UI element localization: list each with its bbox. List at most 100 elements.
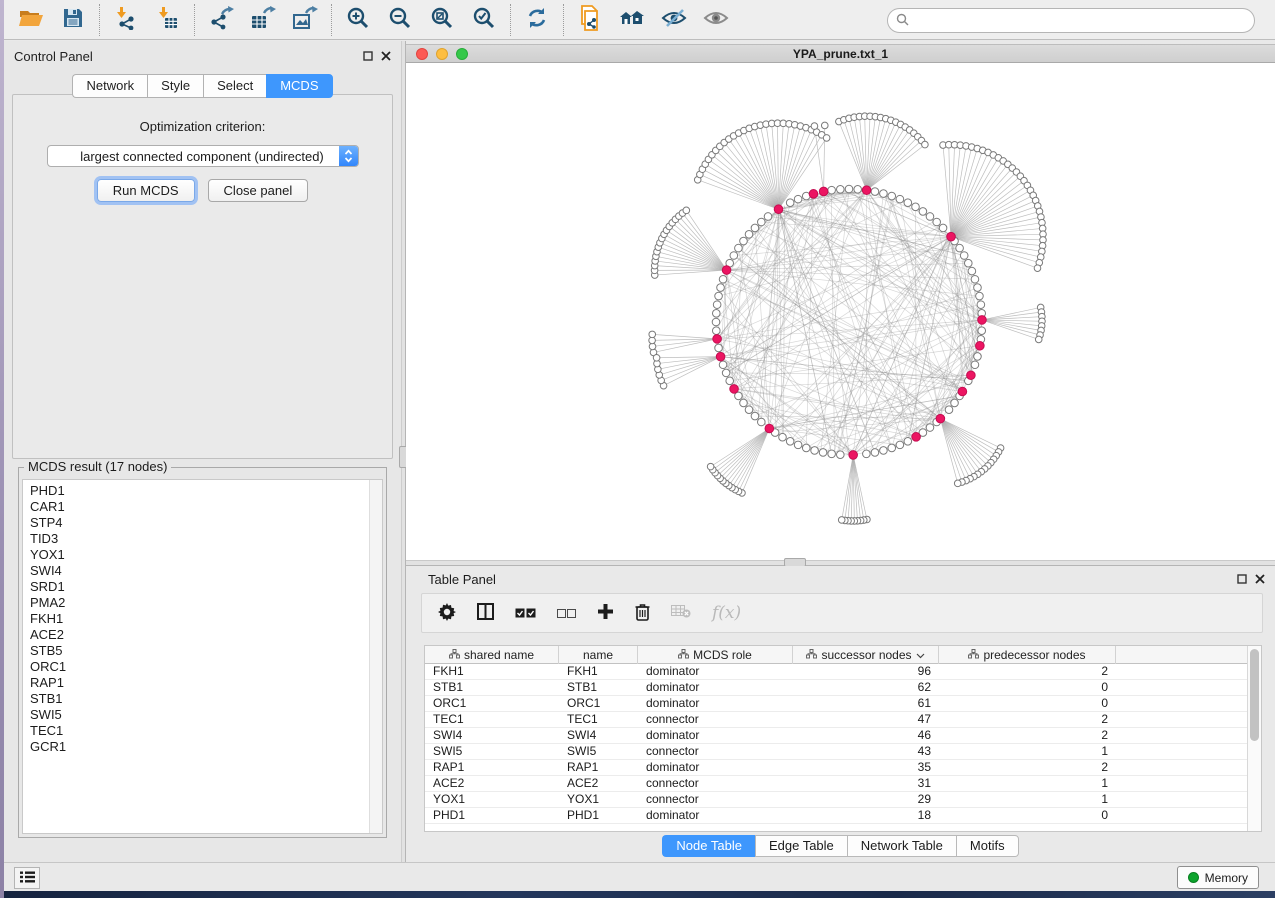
ring-node[interactable] [713, 301, 721, 309]
mcds-hub-node[interactable] [958, 387, 967, 396]
show-panels-button[interactable] [14, 867, 40, 889]
ring-node[interactable] [863, 450, 871, 458]
ring-node[interactable] [764, 213, 772, 221]
show-columns-button[interactable] [477, 603, 494, 623]
mcds-hub-node[interactable] [936, 414, 945, 423]
ring-node[interactable] [715, 292, 723, 300]
mcds-result-item[interactable]: STP4 [30, 515, 369, 531]
ring-node[interactable] [779, 433, 787, 441]
ring-node[interactable] [854, 185, 862, 193]
function-builder-button[interactable]: f(x) [712, 603, 741, 623]
ring-node[interactable] [976, 292, 984, 300]
ring-node[interactable] [751, 412, 759, 420]
close-panel-button[interactable]: Close panel [208, 179, 309, 202]
mcds-result-item[interactable]: ORC1 [30, 659, 369, 675]
zoom-out-button[interactable] [379, 1, 421, 39]
mcds-result-item[interactable]: STB1 [30, 691, 369, 707]
satellite-node[interactable] [821, 122, 828, 129]
mcds-hub-node[interactable] [976, 341, 985, 350]
ring-node[interactable] [794, 441, 802, 449]
network-window-titlebar[interactable]: YPA_prune.txt_1 [406, 44, 1275, 63]
satellite-node[interactable] [922, 141, 929, 148]
close-window-light[interactable] [416, 48, 428, 60]
ring-node[interactable] [951, 399, 959, 407]
ring-node[interactable] [828, 186, 836, 194]
ring-node[interactable] [919, 208, 927, 216]
delete-column-button[interactable] [635, 603, 650, 624]
table-row[interactable]: ORC1ORC1dominator610 [425, 696, 1247, 712]
ring-node[interactable] [960, 252, 968, 260]
ring-node[interactable] [904, 437, 912, 445]
mcds-result-item[interactable]: SWI5 [30, 707, 369, 723]
ring-node[interactable] [880, 447, 888, 455]
table-row[interactable]: SWI5SWI5connector431 [425, 744, 1247, 760]
select-all-button[interactable] [515, 606, 536, 621]
close-panel-icon[interactable] [381, 49, 391, 64]
ring-node[interactable] [926, 424, 934, 432]
mcds-hub-node[interactable] [967, 371, 976, 380]
satellite-node[interactable] [1035, 336, 1042, 343]
ring-node[interactable] [926, 213, 934, 221]
mcds-hub-node[interactable] [774, 205, 783, 214]
ring-node[interactable] [745, 231, 753, 239]
save-session-button[interactable] [52, 1, 94, 39]
mcds-hub-node[interactable] [765, 424, 774, 433]
mcds-result-item[interactable]: TEC1 [30, 723, 369, 739]
import-network-button[interactable] [105, 1, 147, 39]
ring-node[interactable] [740, 399, 748, 407]
run-mcds-button[interactable]: Run MCDS [97, 179, 195, 202]
mcds-result-item[interactable]: SWI4 [30, 563, 369, 579]
ring-node[interactable] [719, 361, 727, 369]
satellite-node[interactable] [838, 517, 845, 524]
mcds-result-item[interactable]: STB5 [30, 643, 369, 659]
ring-node[interactable] [904, 199, 912, 207]
mcds-hub-node[interactable] [849, 451, 858, 460]
mcds-result-item[interactable]: CAR1 [30, 499, 369, 515]
table-row[interactable]: FKH1FKH1dominator962 [425, 664, 1247, 680]
tab-mcds[interactable]: MCDS [266, 74, 332, 98]
mcds-hub-node[interactable] [862, 186, 871, 195]
mcds-hub-node[interactable] [809, 190, 818, 199]
ring-node[interactable] [933, 218, 941, 226]
ring-node[interactable] [726, 377, 734, 385]
ring-node[interactable] [971, 361, 979, 369]
mcds-result-item[interactable]: SRD1 [30, 579, 369, 595]
ring-node[interactable] [722, 369, 730, 377]
ring-node[interactable] [977, 301, 985, 309]
ring-node[interactable] [819, 449, 827, 457]
mcds-hub-node[interactable] [713, 335, 722, 344]
table-settings-button[interactable] [438, 603, 456, 624]
tab-network-table[interactable]: Network Table [847, 835, 956, 857]
mcds-result-item[interactable]: PMA2 [30, 595, 369, 611]
ring-node[interactable] [896, 441, 904, 449]
ring-node[interactable] [717, 284, 725, 292]
copy-network-button[interactable] [569, 1, 611, 39]
mcds-result-item[interactable]: YOX1 [30, 547, 369, 563]
minimize-window-light[interactable] [436, 48, 448, 60]
zoom-selected-button[interactable] [463, 1, 505, 39]
scrollbar-thumb[interactable] [1250, 649, 1259, 741]
apply-layout-button[interactable] [516, 1, 558, 39]
tab-network[interactable]: Network [72, 74, 147, 98]
table-row[interactable]: ACE2ACE2connector311 [425, 776, 1247, 792]
ring-node[interactable] [758, 218, 766, 226]
table-row[interactable]: SWI4SWI4dominator462 [425, 728, 1247, 744]
mcds-result-item[interactable]: ACE2 [30, 627, 369, 643]
column-header-shared-name[interactable]: shared name [425, 646, 559, 664]
column-header-successor-nodes[interactable]: successor nodes [793, 646, 939, 664]
maximize-window-light[interactable] [456, 48, 468, 60]
ring-node[interactable] [974, 284, 982, 292]
mcds-hub-node[interactable] [912, 433, 921, 442]
table-scrollbar[interactable] [1247, 646, 1261, 831]
satellite-node[interactable] [811, 123, 818, 130]
satellite-node[interactable] [1034, 265, 1041, 272]
mcds-list-scrollbar[interactable] [369, 480, 382, 833]
ring-node[interactable] [712, 310, 720, 318]
ring-node[interactable] [715, 344, 723, 352]
ring-node[interactable] [939, 224, 947, 232]
ring-node[interactable] [871, 188, 879, 196]
mcds-result-item[interactable]: FKH1 [30, 611, 369, 627]
ring-node[interactable] [888, 444, 896, 452]
column-header-mcds-role[interactable]: MCDS role [638, 646, 793, 664]
table-row[interactable]: PHD1PHD1dominator180 [425, 808, 1247, 824]
